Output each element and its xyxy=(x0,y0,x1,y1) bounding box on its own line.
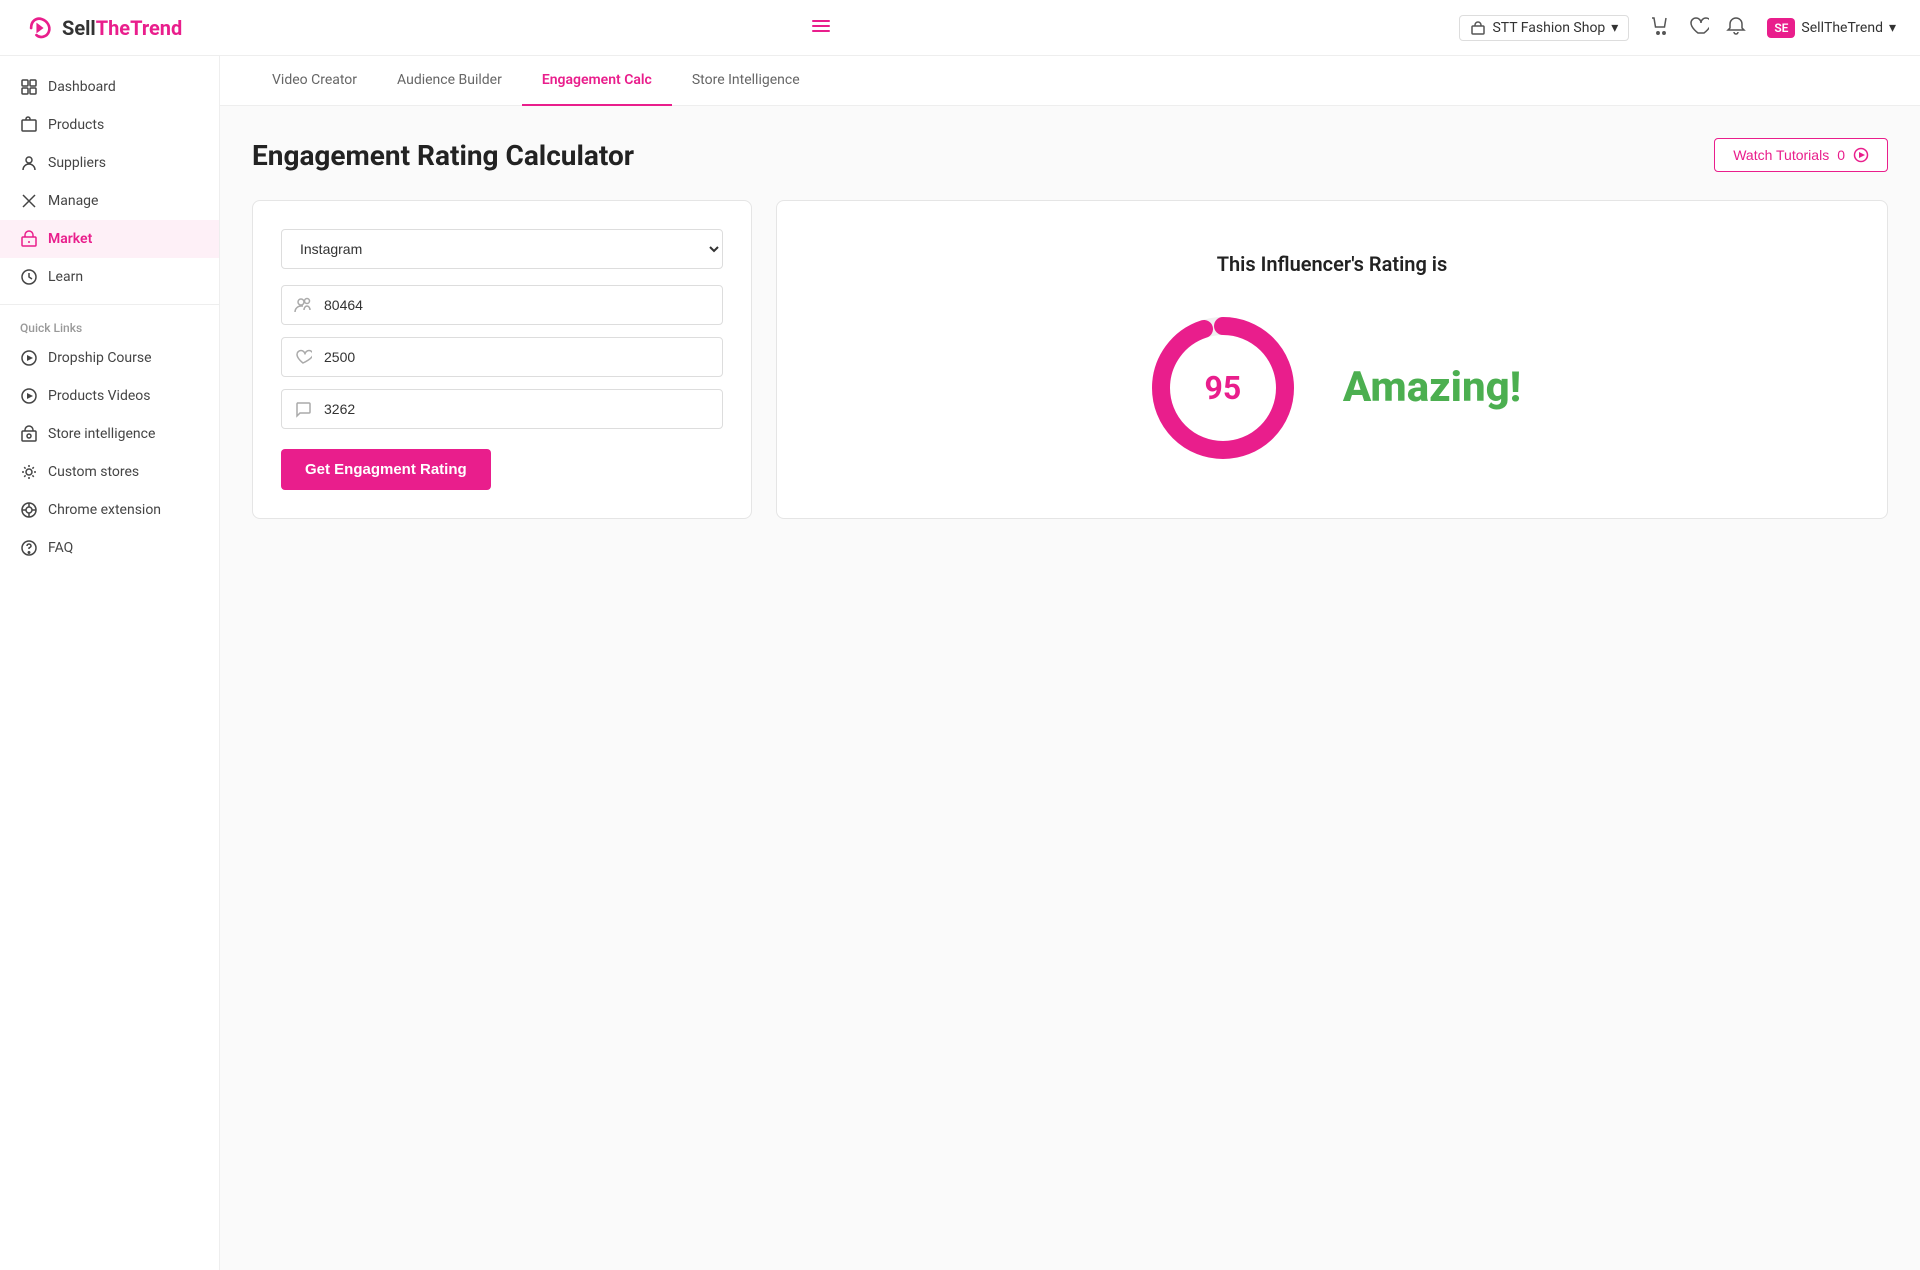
user-avatar: SE xyxy=(1767,18,1795,38)
products-videos-icon xyxy=(20,387,38,405)
likes-input-group xyxy=(281,337,723,377)
suppliers-icon xyxy=(20,154,38,172)
main-layout: Dashboard Products Suppliers Manage xyxy=(0,56,1920,1270)
watch-tutorials-count: 0 xyxy=(1837,147,1845,163)
sidebar-label-custom-stores: Custom stores xyxy=(48,464,139,480)
followers-field[interactable] xyxy=(324,287,722,323)
products-icon xyxy=(20,116,38,134)
sidebar-item-chrome-extension[interactable]: Chrome extension xyxy=(0,491,219,529)
tab-video-creator[interactable]: Video Creator xyxy=(252,56,377,106)
sidebar-item-dropship-course[interactable]: Dropship Course xyxy=(0,339,219,377)
followers-input-group xyxy=(281,285,723,325)
rating-title: This Influencer's Rating is xyxy=(1217,252,1448,276)
sidebar-label-products-videos: Products Videos xyxy=(48,388,151,404)
comments-field[interactable] xyxy=(324,391,722,427)
cart-icon[interactable] xyxy=(1649,15,1671,41)
tab-store-intelligence[interactable]: Store Intelligence xyxy=(672,56,820,106)
sidebar-item-products-videos[interactable]: Products Videos xyxy=(0,377,219,415)
sidebar-item-products[interactable]: Products xyxy=(0,106,219,144)
shop-dropdown-icon: ▾ xyxy=(1611,20,1618,36)
logo-trend: Trend xyxy=(130,16,182,40)
content-area: Video Creator Audience Builder Engagemen… xyxy=(220,56,1920,1270)
logo-sell: Sell xyxy=(62,16,96,40)
comments-input-group xyxy=(281,389,723,429)
manage-icon xyxy=(20,192,38,210)
sidebar: Dashboard Products Suppliers Manage xyxy=(0,56,220,1270)
sidebar-label-dropship-course: Dropship Course xyxy=(48,350,152,366)
sidebar-label-store-intelligence: Store intelligence xyxy=(48,426,155,442)
top-header: SellTheTrend STT Fashion Shop ▾ xyxy=(0,0,1920,56)
sidebar-label-manage: Manage xyxy=(48,193,98,209)
store-intelligence-icon xyxy=(20,425,38,443)
sidebar-label-market: Market xyxy=(48,231,92,247)
dashboard-icon xyxy=(20,78,38,96)
play-circle-icon xyxy=(1853,147,1869,163)
user-name: SellTheTrend xyxy=(1801,20,1883,36)
page-title: Engagement Rating Calculator xyxy=(252,139,634,172)
tab-audience-builder[interactable]: Audience Builder xyxy=(377,56,522,106)
notification-icon[interactable] xyxy=(1725,15,1747,41)
sidebar-item-learn[interactable]: Learn xyxy=(0,258,219,296)
wishlist-icon[interactable] xyxy=(1687,15,1709,41)
sidebar-item-market[interactable]: Market xyxy=(0,220,219,258)
followers-icon xyxy=(282,286,324,324)
header-icons xyxy=(1649,15,1747,41)
logo[interactable]: SellTheTrend xyxy=(24,12,182,44)
sidebar-label-learn: Learn xyxy=(48,269,83,285)
tab-engagement-calc[interactable]: Engagement Calc xyxy=(522,56,672,106)
sidebar-label-products: Products xyxy=(48,117,104,133)
sidebar-item-custom-stores[interactable]: Custom stores xyxy=(0,453,219,491)
logo-the: The xyxy=(96,16,130,40)
likes-field[interactable] xyxy=(324,339,722,375)
calculator-layout: Instagram YouTube TikTok Twitter xyxy=(252,200,1888,519)
sidebar-divider xyxy=(0,304,219,305)
user-menu[interactable]: SE SellTheTrend ▾ xyxy=(1767,18,1896,38)
rating-display: 95 Amazing! xyxy=(1143,308,1521,468)
donut-chart: 95 xyxy=(1143,308,1303,468)
learn-icon xyxy=(20,268,38,286)
sub-nav: Video Creator Audience Builder Engagemen… xyxy=(220,56,1920,106)
sidebar-item-dashboard[interactable]: Dashboard xyxy=(0,68,219,106)
hamburger-icon[interactable] xyxy=(810,15,832,41)
rating-label: Amazing! xyxy=(1343,363,1521,412)
user-dropdown-icon: ▾ xyxy=(1889,20,1896,36)
sidebar-label-faq: FAQ xyxy=(48,540,73,556)
sidebar-item-store-intelligence[interactable]: Store intelligence xyxy=(0,415,219,453)
form-card: Instagram YouTube TikTok Twitter xyxy=(252,200,752,519)
chrome-extension-icon xyxy=(20,501,38,519)
play-icon xyxy=(20,349,38,367)
sidebar-item-faq[interactable]: FAQ xyxy=(0,529,219,567)
sidebar-item-suppliers[interactable]: Suppliers xyxy=(0,144,219,182)
page-header: Engagement Rating Calculator Watch Tutor… xyxy=(252,138,1888,172)
sidebar-label-suppliers: Suppliers xyxy=(48,155,106,171)
result-card: This Influencer's Rating is 95 Amazing! xyxy=(776,200,1888,519)
sidebar-item-manage[interactable]: Manage xyxy=(0,182,219,220)
watch-tutorials-label: Watch Tutorials xyxy=(1733,147,1829,163)
score-value: 95 xyxy=(1204,369,1241,407)
header-right: STT Fashion Shop ▾ xyxy=(1459,15,1896,41)
sidebar-label-chrome-extension: Chrome extension xyxy=(48,502,161,518)
sidebar-label-dashboard: Dashboard xyxy=(48,79,116,95)
likes-icon xyxy=(282,338,324,376)
platform-select[interactable]: Instagram YouTube TikTok Twitter xyxy=(281,229,723,269)
custom-stores-icon xyxy=(20,463,38,481)
watch-tutorials-button[interactable]: Watch Tutorials 0 xyxy=(1714,138,1888,172)
shop-name: STT Fashion Shop xyxy=(1492,20,1605,36)
shop-selector[interactable]: STT Fashion Shop ▾ xyxy=(1459,15,1629,41)
get-rating-button[interactable]: Get Engagment Rating xyxy=(281,449,491,490)
comments-icon xyxy=(282,390,324,428)
faq-icon xyxy=(20,539,38,557)
market-icon xyxy=(20,230,38,248)
quick-links-label: Quick Links xyxy=(0,313,219,339)
page-content: Engagement Rating Calculator Watch Tutor… xyxy=(220,106,1920,1270)
